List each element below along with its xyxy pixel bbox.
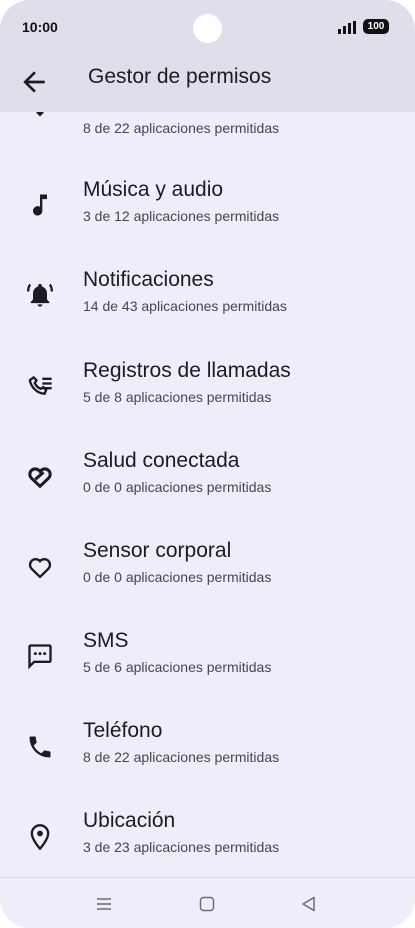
app-bar: Gestor de permisos xyxy=(0,58,415,112)
list-item-title: SMS xyxy=(83,629,129,652)
screen: 10:00 100 Gestor de permisos 8 de 22 apl… xyxy=(0,0,415,928)
list-item-title: Registros de llamadas xyxy=(83,359,291,382)
list-item-title: Notificaciones xyxy=(83,268,214,291)
list-item-subtitle: 3 de 23 aplicaciones permitidas xyxy=(83,839,280,855)
list-item-partial[interactable]: 8 de 22 aplicaciones permitidas xyxy=(0,112,415,144)
list-item-subtitle: 14 de 43 aplicaciones permitidas xyxy=(83,298,287,314)
list-item-music-audio[interactable]: Música y audio 3 de 12 aplicaciones perm… xyxy=(0,168,415,258)
status-time: 10:00 xyxy=(22,19,58,35)
list-item-subtitle: 8 de 22 aplicaciones permitidas xyxy=(83,749,280,765)
call-log-icon xyxy=(28,375,52,395)
permission-list[interactable]: 8 de 22 aplicaciones permitidas Música y… xyxy=(0,112,415,877)
list-item-title: Sensor corporal xyxy=(83,539,232,562)
list-item-phone[interactable]: Teléfono 8 de 22 aplicaciones permitidas xyxy=(0,709,415,799)
music-note-icon xyxy=(33,194,47,216)
list-item-title: Música y audio xyxy=(83,178,224,201)
list-item-sms[interactable]: SMS 5 de 6 aplicaciones permitidas xyxy=(0,619,415,709)
list-item-subtitle: 3 de 12 aplicaciones permitidas xyxy=(83,208,280,224)
list-item-body-sensors[interactable]: Sensor corporal 0 de 0 aplicaciones perm… xyxy=(0,529,415,619)
battery-icon: 100 xyxy=(363,19,389,34)
list-item-subtitle: 0 de 0 aplicaciones permitidas xyxy=(83,479,272,495)
page-title: Gestor de permisos xyxy=(88,65,272,88)
home-icon[interactable] xyxy=(197,894,217,914)
list-item-title: Salud conectada xyxy=(83,449,240,472)
list-item-title: Teléfono xyxy=(83,719,163,742)
heart-icon xyxy=(28,558,52,579)
status-bar: 10:00 100 xyxy=(0,0,415,58)
list-item-title: Ubicación xyxy=(83,809,176,832)
front-camera-cutout xyxy=(193,14,222,43)
partial-item-icon xyxy=(36,112,44,117)
sms-icon xyxy=(28,644,52,670)
menu-icon[interactable] xyxy=(94,894,114,914)
list-item-health-connect[interactable]: Salud conectada 0 de 0 aplicaciones perm… xyxy=(0,439,415,529)
list-item-subtitle: 5 de 6 aplicaciones permitidas xyxy=(83,659,272,675)
signal-icon xyxy=(338,21,356,34)
location-icon xyxy=(30,824,50,851)
back-triangle-icon[interactable] xyxy=(299,894,319,914)
back-arrow-icon[interactable] xyxy=(18,66,50,98)
list-item-subtitle: 5 de 8 aplicaciones permitidas xyxy=(83,389,272,405)
health-connect-icon xyxy=(28,467,52,489)
system-navigation-bar xyxy=(0,877,415,928)
bell-icon xyxy=(27,283,53,307)
list-item-subtitle: 0 de 0 aplicaciones permitidas xyxy=(83,569,272,585)
phone-icon xyxy=(29,736,51,758)
list-item-location[interactable]: Ubicación 3 de 23 aplicaciones permitida… xyxy=(0,799,415,877)
list-item-notifications[interactable]: Notificaciones 14 de 43 aplicaciones per… xyxy=(0,258,415,348)
list-item-subtitle: 8 de 22 aplicaciones permitidas xyxy=(83,120,280,136)
list-item-call-logs[interactable]: Registros de llamadas 5 de 8 aplicacione… xyxy=(0,349,415,439)
